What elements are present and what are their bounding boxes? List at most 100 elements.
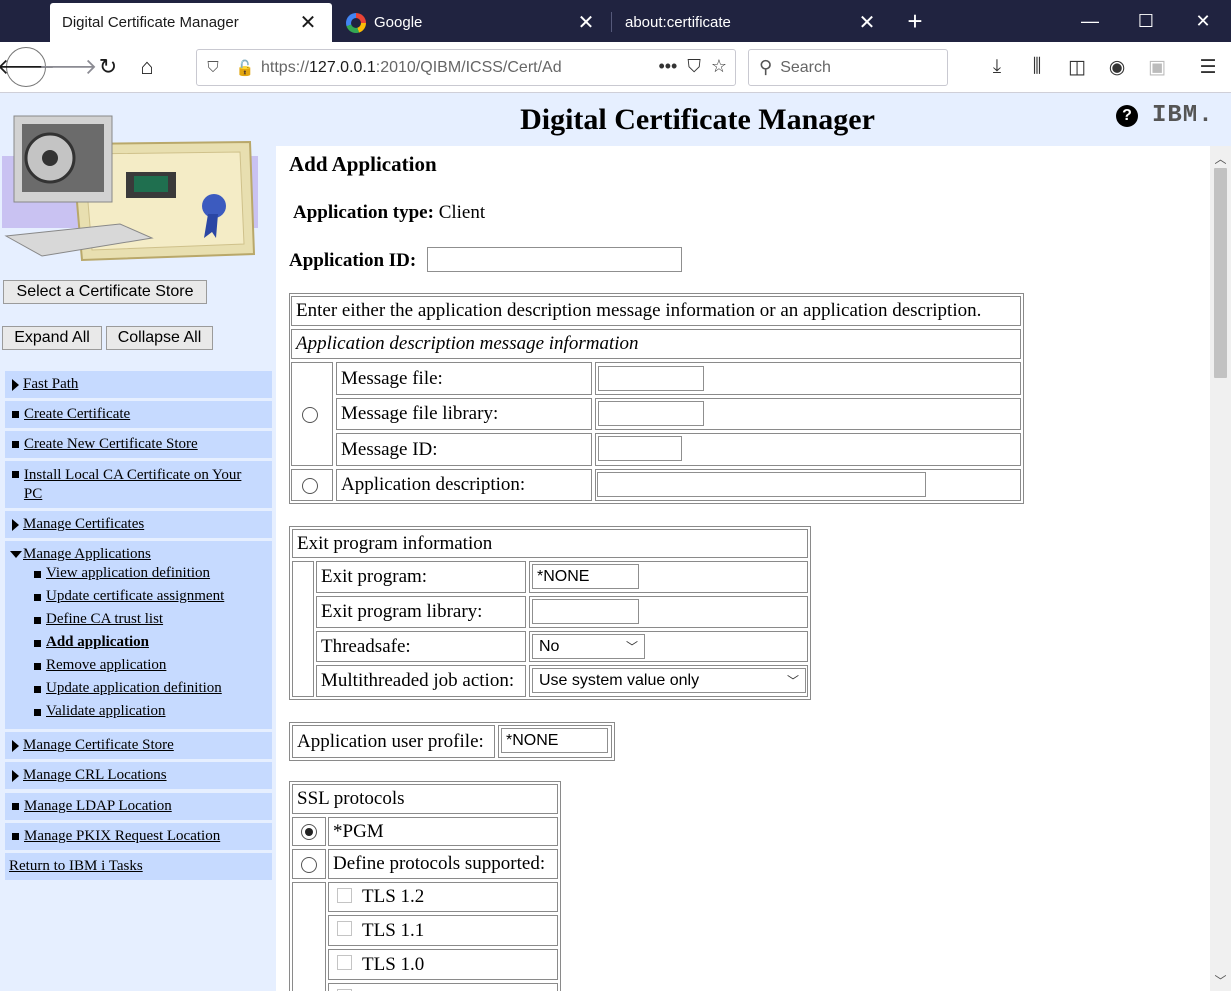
expand-arrow-icon[interactable]	[12, 740, 19, 752]
menu-icon[interactable]: ☰	[1193, 52, 1223, 82]
tls-1-0-label: TLS 1.0	[362, 953, 425, 975]
bullet-icon	[34, 709, 41, 716]
select-certificate-store-button[interactable]: Select a Certificate Store	[3, 280, 207, 304]
nav-fast-path: Fast Path	[5, 371, 272, 398]
browser-tab-bar: Digital Certificate Manager ✕ Google ✕ a…	[0, 0, 1231, 42]
threadsafe-label: Threadsafe:	[316, 631, 526, 662]
nav-create-certificate: Create Certificate	[5, 401, 272, 428]
expand-arrow-icon[interactable]	[12, 519, 19, 531]
bullet-icon	[12, 471, 19, 478]
message-file-library-input[interactable]	[598, 401, 704, 426]
account-icon[interactable]: ◉	[1102, 52, 1132, 82]
user-profile-input[interactable]: *NONE	[501, 728, 608, 753]
tab-digital-certificate-manager[interactable]: Digital Certificate Manager ✕	[50, 3, 332, 42]
chevron-down-icon: ﹀	[786, 674, 799, 688]
nav-link-manage-certificates[interactable]: Manage Certificates	[23, 516, 144, 533]
close-icon[interactable]: ✕	[855, 13, 879, 33]
url-bar[interactable]: ⛉ 🔓 https://127.0.0.1:2010/QIBM/ICSS/Cer…	[196, 49, 736, 86]
nav-link-update-definition[interactable]: Update application definition	[46, 680, 222, 697]
threadsafe-select[interactable]: No ﹀	[532, 634, 645, 659]
nav-link-create-certificate[interactable]: Create Certificate	[24, 406, 130, 423]
ssl-options-indent-cell	[292, 882, 326, 991]
tls-1-0-checkbox[interactable]	[337, 955, 352, 970]
exit-program-library-input[interactable]	[532, 599, 639, 624]
tls-1-2-checkbox[interactable]	[337, 887, 352, 903]
nav-link-manage-crl[interactable]: Manage CRL Locations	[23, 767, 167, 784]
bullet-icon	[12, 833, 19, 840]
nav-manage-store: Manage Certificate Store	[5, 732, 272, 759]
minimize-button[interactable]: —	[1062, 0, 1118, 42]
nav-link-fast-path[interactable]: Fast Path	[23, 376, 78, 393]
search-icon: ⚲	[759, 57, 773, 77]
nav-link-manage-store[interactable]: Manage Certificate Store	[23, 737, 174, 754]
application-id-label: Application ID:	[289, 250, 417, 271]
page-actions-icon[interactable]: •••	[658, 56, 677, 77]
bookmark-star-icon[interactable]: ☆	[711, 56, 727, 77]
bullet-icon	[34, 594, 41, 601]
app-description-input[interactable]	[597, 472, 926, 497]
tab-title: Digital Certificate Manager	[62, 14, 239, 31]
ssl-define-radio[interactable]	[301, 857, 317, 873]
help-icon[interactable]: ?	[1116, 105, 1138, 127]
search-input[interactable]: ⚲ Search	[748, 49, 948, 86]
nav-create-store: Create New Certificate Store	[5, 431, 272, 458]
forward-button[interactable]: 🡒	[39, 49, 98, 85]
ssl-option-row-partial	[328, 983, 558, 991]
return-to-ibm-i-tasks-link[interactable]: Return to IBM i Tasks	[9, 858, 143, 875]
scroll-up-arrow-icon[interactable]: ︿	[1210, 150, 1231, 167]
application-type: Application type: Client	[293, 202, 485, 224]
downloads-icon[interactable]: ⤓	[982, 52, 1012, 82]
close-icon[interactable]: ✕	[574, 13, 598, 33]
nav-link-manage-ldap[interactable]: Manage LDAP Location	[24, 798, 172, 815]
tab-title: about:certificate	[625, 14, 731, 31]
multithreaded-select[interactable]: Use system value only ﹀	[532, 668, 806, 693]
new-tab-button[interactable]: +	[897, 3, 933, 39]
message-file-library-label: Message file library:	[336, 398, 592, 430]
chevron-down-icon: ﹀	[625, 640, 638, 654]
reload-button[interactable]: ↻	[90, 49, 126, 85]
ssl-pgm-radio[interactable]	[301, 824, 317, 840]
expand-arrow-icon[interactable]	[12, 770, 19, 782]
nav-link-create-store[interactable]: Create New Certificate Store	[24, 436, 198, 453]
pocket-icon[interactable]: ⛉	[687, 56, 701, 77]
maximize-button[interactable]: ☐	[1118, 0, 1174, 42]
exit-program-input[interactable]: *NONE	[532, 564, 639, 589]
shield-icon[interactable]: ⛉	[197, 59, 229, 76]
collapse-arrow-icon[interactable]	[10, 551, 22, 558]
sidebar-icon[interactable]: ◫	[1062, 52, 1092, 82]
threadsafe-selected-value: No	[539, 637, 560, 655]
nav-link-manage-applications[interactable]: Manage Applications	[23, 546, 151, 563]
scrollbar-thumb[interactable]	[1214, 168, 1227, 378]
scroll-down-arrow-icon[interactable]: ﹀	[1210, 972, 1231, 989]
nav-link-validate-application[interactable]: Validate application	[46, 703, 166, 720]
message-info-radio[interactable]	[302, 407, 318, 423]
window-close-button[interactable]: ✕	[1175, 0, 1231, 42]
expand-arrow-icon[interactable]	[12, 379, 19, 391]
message-file-input[interactable]	[598, 366, 704, 391]
lock-warning-icon[interactable]: 🔓	[229, 59, 261, 77]
nav-link-define-ca-trust[interactable]: Define CA trust list	[46, 611, 163, 628]
nav-link-update-assignment[interactable]: Update certificate assignment	[46, 588, 224, 605]
nav-link-remove-application[interactable]: Remove application	[46, 657, 166, 674]
nav-link-install-ca[interactable]: Install Local CA Certificate on Your PC	[24, 466, 261, 504]
home-button[interactable]: ⌂	[129, 49, 165, 85]
message-id-input[interactable]	[598, 436, 682, 461]
exit-program-label: Exit program:	[316, 561, 526, 593]
nav-link-view-definition[interactable]: View application definition	[46, 565, 210, 582]
app-description-label: Application description:	[336, 469, 592, 501]
tab-title: Google	[374, 14, 423, 31]
expand-all-button[interactable]: Expand All	[2, 326, 102, 350]
library-icon[interactable]: ⫼	[1022, 52, 1052, 82]
extension-icon[interactable]: ▣	[1142, 52, 1172, 82]
tab-about-certificate[interactable]: about:certificate ✕	[613, 3, 891, 42]
app-description-radio[interactable]	[302, 478, 318, 494]
application-id-input[interactable]	[427, 247, 682, 272]
tab-google[interactable]: Google ✕	[334, 3, 610, 42]
nav-link-add-application[interactable]: Add application	[46, 634, 149, 651]
collapse-all-button[interactable]: Collapse All	[106, 326, 213, 350]
close-icon[interactable]: ✕	[296, 13, 320, 33]
nav-link-manage-pkix[interactable]: Manage PKIX Request Location	[24, 828, 220, 845]
url-text[interactable]: https://127.0.0.1:2010/QIBM/ICSS/Cert/Ad	[261, 59, 581, 77]
tls-1-1-checkbox[interactable]	[337, 921, 352, 936]
page-scrollbar[interactable]: ︿ ﹀	[1210, 146, 1231, 991]
